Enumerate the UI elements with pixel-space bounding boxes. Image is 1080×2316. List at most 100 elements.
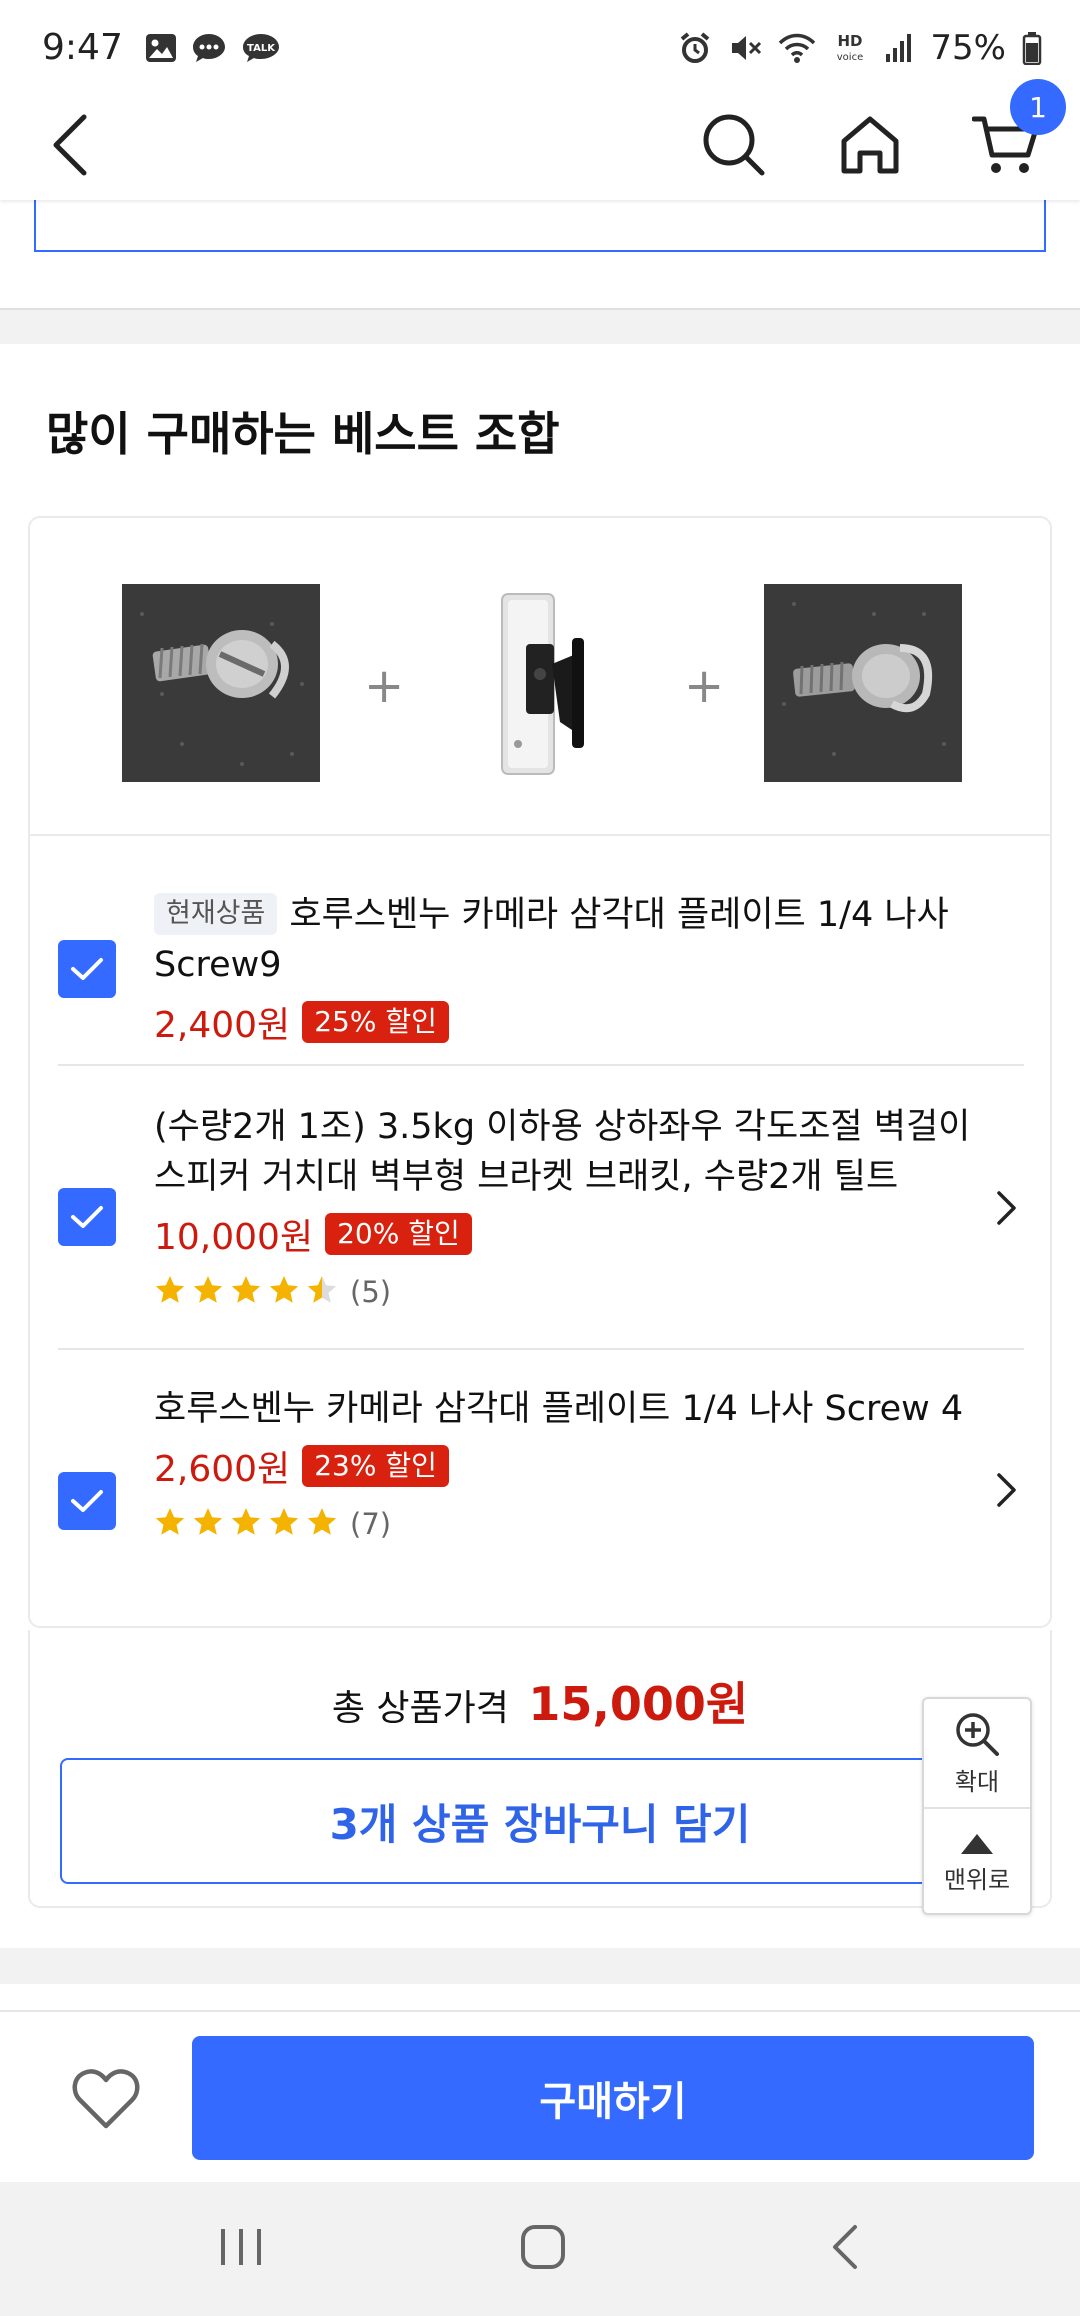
status-time: 9:47 xyxy=(42,27,123,68)
review-count: (5) xyxy=(350,1275,392,1309)
battery-level: 75% xyxy=(930,27,1006,68)
signal-icon xyxy=(884,32,914,64)
scroll-top-button[interactable]: 맨위로 xyxy=(924,1809,1030,1917)
best-combo-card: + + 현재상품 호루스벤누 카메라 삼각대 플레이트 1/4 나사 Screw… xyxy=(28,516,1052,1628)
star-icon xyxy=(192,1274,224,1310)
screw-image xyxy=(764,584,962,782)
product-thumbnail[interactable] xyxy=(440,584,638,782)
star-icon xyxy=(306,1274,338,1310)
star-icon xyxy=(230,1274,262,1310)
discount-badge: 20% 할인 xyxy=(325,1213,472,1255)
add-to-cart-button[interactable]: 3개 상품 장바구니 담기 xyxy=(60,1758,1020,1884)
zoom-button[interactable]: 확대 xyxy=(924,1699,1030,1807)
home-nav-icon xyxy=(521,2225,565,2269)
star-icon xyxy=(192,1506,224,1542)
star-icon xyxy=(154,1274,186,1310)
star-rating xyxy=(154,1274,338,1310)
review-count: (7) xyxy=(350,1507,392,1541)
screw-image xyxy=(122,584,320,782)
recent-apps-icon xyxy=(221,2229,261,2265)
svg-text:voice: voice xyxy=(837,52,863,63)
combo-images-row: + + xyxy=(30,518,1050,836)
chat-icon xyxy=(191,32,227,64)
star-icon xyxy=(268,1506,300,1542)
price-row: 10,000원 20% 할인 xyxy=(154,1208,974,1260)
star-icon xyxy=(230,1506,262,1542)
check-icon xyxy=(71,958,103,980)
section-divider xyxy=(0,1948,1080,1984)
chevron-right-icon[interactable] xyxy=(996,1190,1018,1230)
item-checkbox[interactable] xyxy=(58,1472,116,1530)
star-rating xyxy=(154,1506,338,1542)
zoom-in-icon xyxy=(956,1712,999,1756)
star-icon xyxy=(306,1506,338,1542)
total-price: 15,000원 xyxy=(528,1677,749,1731)
current-product-tag: 현재상품 xyxy=(154,893,278,935)
plus-sign: + xyxy=(684,658,725,714)
check-icon xyxy=(71,1490,103,1512)
mute-icon xyxy=(728,31,762,65)
item-info[interactable]: 현재상품 호루스벤누 카메라 삼각대 플레이트 1/4 나사 Screw9 2,4… xyxy=(154,890,984,1048)
discount-badge: 23% 할인 xyxy=(302,1445,449,1487)
speaker-bracket-image xyxy=(440,584,638,782)
app-header: 1 xyxy=(0,79,1080,200)
product-thumbnail[interactable] xyxy=(122,584,320,782)
chevron-right-icon[interactable] xyxy=(996,1472,1018,1512)
rating-row: (7) xyxy=(154,1506,974,1542)
item-checkbox[interactable] xyxy=(58,940,116,998)
battery-icon xyxy=(1022,31,1042,65)
gallery-icon xyxy=(145,33,177,63)
price-row: 2,400원 25% 할인 xyxy=(154,996,984,1048)
home-icon xyxy=(841,116,899,174)
home-nav-button[interactable] xyxy=(498,2212,588,2282)
zoom-label: 확대 xyxy=(954,1767,1000,1796)
item-name: 호루스벤누 카메라 삼각대 플레이트 1/4 나사 Screw 4 xyxy=(154,1389,964,1429)
scroll-top-label: 맨위로 xyxy=(943,1865,1011,1894)
cart-button[interactable]: 1 xyxy=(966,79,1066,185)
floating-tools-panel: 확대 맨위로 xyxy=(922,1697,1032,1915)
cart-count-badge: 1 xyxy=(1010,79,1066,135)
svg-text:HD: HD xyxy=(838,32,863,50)
total-label: 총 상품가격 xyxy=(331,1688,509,1729)
bottom-action-bar: 구매하기 xyxy=(0,2010,1080,2182)
svg-text:TALK: TALK xyxy=(247,43,276,54)
total-price-line: 총 상품가격 15,000원 xyxy=(30,1668,1050,1734)
alarm-icon xyxy=(678,31,712,65)
item-price: 10,000원 xyxy=(154,1217,314,1258)
recent-apps-button[interactable] xyxy=(196,2212,286,2282)
wishlist-button[interactable] xyxy=(66,2060,146,2140)
status-system-icons: HD voice 75% xyxy=(678,28,1042,68)
plus-sign: + xyxy=(364,658,405,714)
search-button[interactable] xyxy=(694,105,774,185)
back-arrow-icon xyxy=(53,114,87,176)
rating-row: (5) xyxy=(154,1274,974,1310)
back-button[interactable] xyxy=(40,105,100,185)
price-row: 2,600원 23% 할인 xyxy=(154,1440,974,1492)
star-icon xyxy=(268,1274,300,1310)
item-name: (수량2개 1조) 3.5kg 이하용 상하좌우 각도조절 벽걸이 스피커 거치… xyxy=(154,1107,971,1197)
discount-badge: 25% 할인 xyxy=(302,1001,449,1043)
combo-item[interactable]: 호루스벤누 카메라 삼각대 플레이트 1/4 나사 Screw 4 2,600원… xyxy=(58,1350,1024,1626)
combo-item[interactable]: (수량2개 1조) 3.5kg 이하용 상하좌우 각도조절 벽걸이 스피커 거치… xyxy=(58,1066,1024,1350)
back-nav-button[interactable] xyxy=(800,2212,890,2282)
wifi-icon xyxy=(778,31,816,65)
total-section: 총 상품가격 15,000원 3개 상품 장바구니 담기 xyxy=(28,1630,1052,1908)
status-bar: 9:47 TALK HD voice 75% xyxy=(0,0,1080,95)
buy-button[interactable]: 구매하기 xyxy=(192,2036,1034,2160)
item-info[interactable]: 호루스벤누 카메라 삼각대 플레이트 1/4 나사 Screw 4 2,600원… xyxy=(154,1384,974,1542)
status-notification-icons: TALK xyxy=(145,32,281,64)
check-icon xyxy=(71,1206,103,1228)
item-name-wrapper: 현재상품 호루스벤누 카메라 삼각대 플레이트 1/4 나사 Screw9 xyxy=(154,890,984,990)
combo-item: 현재상품 호루스벤누 카메라 삼각대 플레이트 1/4 나사 Screw9 2,4… xyxy=(58,862,1024,1046)
hd-voice-icon: HD voice xyxy=(832,31,868,65)
product-thumbnail[interactable] xyxy=(764,584,962,782)
home-button[interactable] xyxy=(830,105,910,185)
search-icon xyxy=(703,114,765,176)
section-title: 많이 구매하는 베스트 조합 xyxy=(46,407,560,461)
triangle-up-icon xyxy=(961,1833,993,1854)
item-info[interactable]: (수량2개 1조) 3.5kg 이하용 상하좌우 각도조절 벽걸이 스피커 거치… xyxy=(154,1102,974,1310)
talk-icon: TALK xyxy=(241,32,281,64)
section-divider xyxy=(0,308,1080,344)
item-checkbox[interactable] xyxy=(58,1188,116,1246)
star-icon xyxy=(154,1506,186,1542)
